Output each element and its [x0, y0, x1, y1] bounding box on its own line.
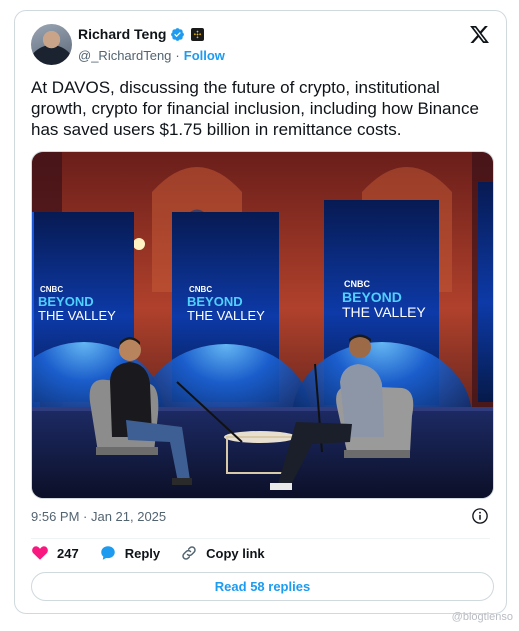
tweet-text: At DAVOS, discussing the future of crypt…: [31, 78, 479, 139]
like-button[interactable]: 247: [31, 544, 79, 562]
verified-badge-icon: [171, 27, 185, 41]
screen-title-1b: THE VALLEY: [38, 308, 116, 323]
binance-affiliate-icon: [191, 27, 205, 41]
screen-title-3a: BEYOND: [342, 289, 402, 305]
screen-brand-1: CNBC: [40, 285, 63, 294]
screen-title-3b: THE VALLEY: [342, 304, 426, 320]
heart-icon: [32, 546, 48, 560]
follow-button[interactable]: Follow: [184, 48, 225, 63]
tweet-timestamp[interactable]: 9:56 PM · Jan 21, 2025: [31, 509, 166, 524]
tweet-actions: 247 Reply Copy link: [31, 544, 285, 562]
author-name-row: Richard Teng: [78, 26, 205, 42]
read-replies-button[interactable]: Read 58 replies: [31, 572, 494, 601]
like-count: 247: [57, 545, 79, 561]
author-handle[interactable]: @_RichardTeng: [78, 48, 171, 63]
screen-brand-3: CNBC: [344, 279, 370, 289]
separator-dot: ·: [175, 48, 180, 63]
screen-title-2a: BEYOND: [187, 294, 243, 309]
author-handle-row: @_RichardTeng · Follow: [78, 48, 225, 63]
reply-bubble-icon: [100, 546, 115, 560]
link-icon: [182, 546, 196, 560]
reply-button[interactable]: Reply: [99, 544, 160, 562]
author-name[interactable]: Richard Teng: [78, 26, 166, 42]
davos-stage-photo: CNBC BEYOND THE VALLEY CNBC BEYOND THE V…: [32, 152, 493, 498]
x-logo-icon[interactable]: [469, 24, 490, 45]
reply-label: Reply: [124, 545, 161, 561]
screen-title-2b: THE VALLEY: [187, 308, 265, 323]
copy-link-label: Copy link: [206, 545, 265, 561]
screen-title-1a: BEYOND: [38, 294, 94, 309]
info-icon[interactable]: [471, 507, 489, 525]
tweet-card: Richard Teng @_RichardTeng · Follow At D…: [14, 10, 507, 614]
screen-brand-2: CNBC: [189, 285, 212, 294]
author-avatar[interactable]: [31, 24, 72, 65]
copy-link-button[interactable]: Copy link: [180, 544, 265, 562]
divider: [31, 538, 490, 539]
tweet-photo[interactable]: CNBC BEYOND THE VALLEY CNBC BEYOND THE V…: [31, 151, 494, 499]
watermark: @blogtienso: [451, 611, 513, 623]
